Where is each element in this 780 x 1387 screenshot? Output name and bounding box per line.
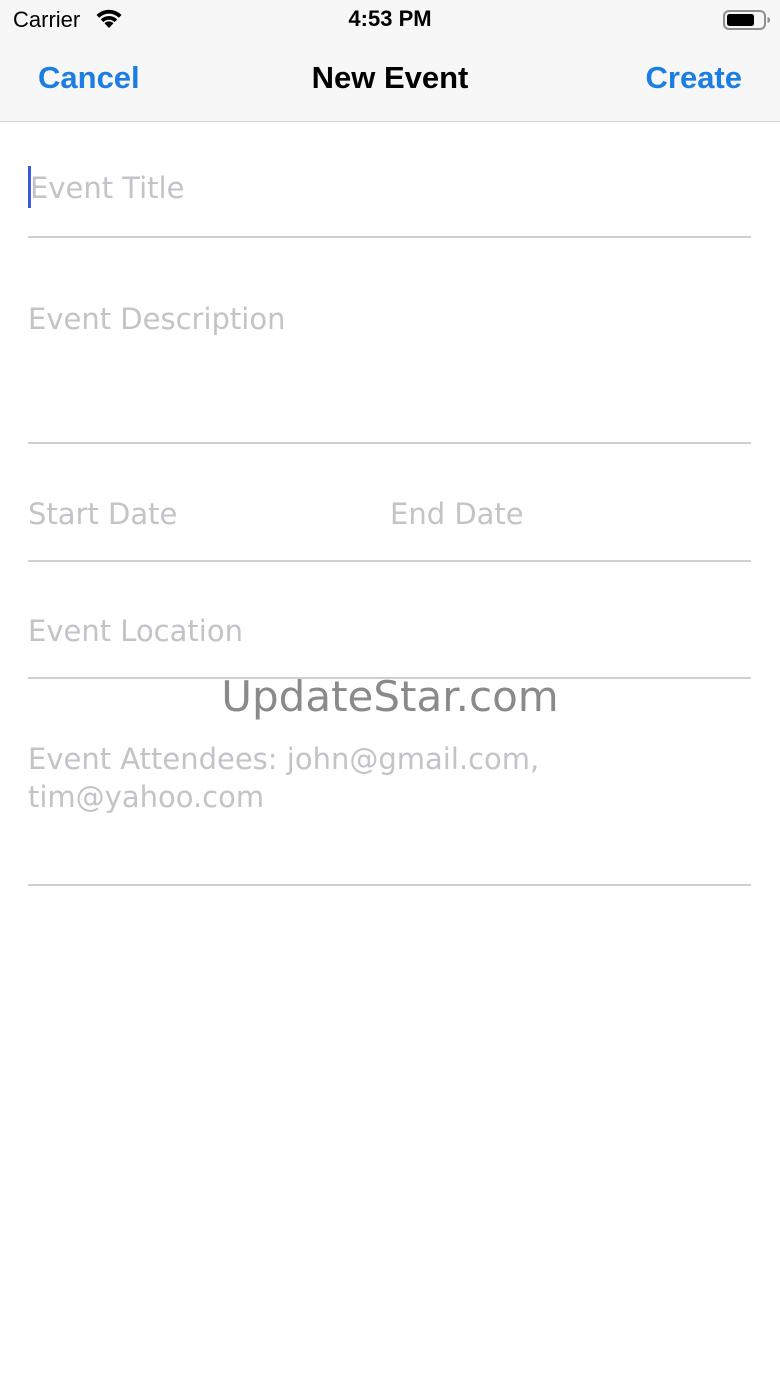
top-bar: Carrier 4:53 PM Cancel New Event Create: [0, 0, 780, 122]
event-location-input[interactable]: [28, 611, 751, 651]
event-location-field: [28, 607, 751, 679]
event-title-field: [28, 160, 753, 238]
status-time: 4:53 PM: [348, 6, 432, 31]
status-bar: Carrier 4:53 PM: [0, 0, 780, 40]
event-description-field: [28, 300, 751, 444]
date-row: [28, 490, 751, 562]
end-date-input[interactable]: [390, 494, 730, 534]
create-button[interactable]: Create: [646, 60, 743, 96]
start-date-input[interactable]: [28, 494, 368, 534]
event-description-input[interactable]: [28, 300, 751, 420]
cancel-button[interactable]: Cancel: [38, 60, 140, 96]
event-title-input[interactable]: [30, 168, 753, 208]
event-attendees-input[interactable]: [28, 740, 751, 860]
new-event-screen: Carrier 4:53 PM Cancel New Event Create: [0, 0, 780, 1387]
battery-icon: [723, 10, 770, 30]
navigation-bar: Cancel New Event Create: [0, 40, 780, 121]
watermark: UpdateStar.com: [221, 672, 559, 721]
event-attendees-field: [28, 740, 751, 886]
